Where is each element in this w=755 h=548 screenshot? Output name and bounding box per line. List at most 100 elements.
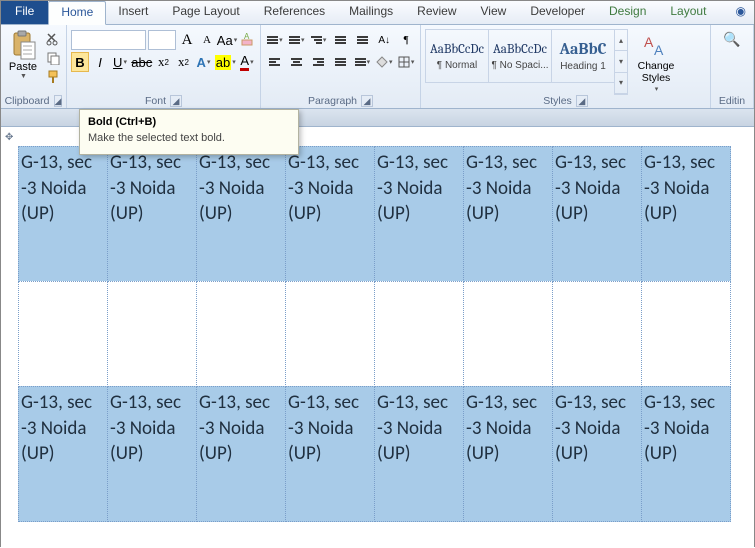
tab-layout[interactable]: Layout [658,1,718,24]
label-grid: G-13, sec -3 Noida (UP) G-13, sec -3 Noi… [19,147,754,522]
label-cell[interactable]: G-13, sec -3 Noida (UP) [107,386,197,522]
style-no-spacing[interactable]: AaBbCcDc¶ No Spaci... [488,29,552,83]
label-cell[interactable]: G-13, sec -3 Noida (UP) [641,386,731,522]
ribbon-tabbar: File Home Insert Page Layout References … [1,1,754,25]
borders-button[interactable]: ▾ [396,52,416,72]
help-icon[interactable]: ◉ [728,1,754,24]
line-spacing-button[interactable]: ▾ [352,52,372,72]
label-cell[interactable]: G-13, sec -3 Noida (UP) [641,146,731,282]
copy-button[interactable] [44,50,62,66]
styles-dialog-launcher[interactable]: ◢ [576,95,588,107]
find-button[interactable]: 🔍 [723,31,740,48]
document-area[interactable]: ✥ G-13, sec -3 Noida (UP) G-13, sec -3 N… [1,127,754,548]
tab-mailings[interactable]: Mailings [337,1,405,24]
label-cell[interactable] [18,281,108,387]
clipboard-dialog-launcher[interactable]: ◢ [54,95,63,107]
label-cell[interactable]: G-13, sec -3 Noida (UP) [552,146,642,282]
label-cell[interactable]: G-13, sec -3 Noida (UP) [196,386,286,522]
label-cell[interactable] [285,281,375,387]
align-left-button[interactable] [265,52,285,72]
align-right-button[interactable] [309,52,329,72]
decrease-indent-button[interactable] [331,30,351,50]
label-cell[interactable] [374,281,464,387]
label-cell[interactable]: G-13, sec -3 Noida (UP) [285,386,375,522]
tab-review[interactable]: Review [405,1,468,24]
text-effects-button[interactable]: A▾ [195,52,213,72]
label-cell[interactable]: G-13, sec -3 Noida (UP) [18,386,108,522]
styles-gallery[interactable]: AaBbCcDc¶ Normal AaBbCcDc¶ No Spaci... A… [425,29,628,95]
group-font: A A Aa▾ A B I U▾ abc x2 x2 A▾ ab▾ A▾ Fon… [67,25,261,108]
highlight-button[interactable]: ab▾ [215,52,237,72]
tab-developer[interactable]: Developer [518,1,597,24]
label-cell[interactable]: G-13, sec -3 Noida (UP) [552,386,642,522]
styles-gallery-scroll[interactable]: ▴▾▾ [614,29,628,95]
tab-design[interactable]: Design [597,1,658,24]
label-cell[interactable]: G-13, sec -3 Noida (UP) [18,146,108,282]
numbering-button[interactable]: ▾ [287,30,307,50]
tab-file[interactable]: File [1,1,48,24]
increase-indent-button[interactable] [352,30,372,50]
group-paragraph: ▾ ▾ ▾ A↓ ¶ ▾ ▾ ▾ Paragraph ◢ [261,25,421,108]
tab-references[interactable]: References [252,1,337,24]
font-size-combo[interactable] [148,30,176,50]
subscript-button[interactable]: x2 [155,52,173,72]
label-cell[interactable] [196,281,286,387]
show-marks-button[interactable]: ¶ [396,30,416,50]
clear-formatting-button[interactable]: A [238,30,256,50]
styles-group-label: Styles [543,95,572,107]
superscript-button[interactable]: x2 [175,52,193,72]
group-styles: AaBbCcDc¶ Normal AaBbCcDc¶ No Spaci... A… [421,25,711,108]
label-cell[interactable]: G-13, sec -3 Noida (UP) [463,386,553,522]
grow-font-button[interactable]: A [178,30,196,50]
paragraph-dialog-launcher[interactable]: ◢ [361,95,373,107]
label-cell[interactable] [552,281,642,387]
tab-home[interactable]: Home [48,1,106,25]
label-cell[interactable]: G-13, sec -3 Noida (UP) [196,146,286,282]
font-name-combo[interactable] [71,30,146,50]
bold-tooltip: Bold (Ctrl+B) Make the selected text bol… [79,109,299,155]
group-editing: 🔍 Editin [711,25,754,108]
label-cell[interactable]: G-13, sec -3 Noida (UP) [463,146,553,282]
svg-text:A: A [654,42,664,58]
style-heading1[interactable]: AaBbCHeading 1 [551,29,615,83]
shrink-font-button[interactable]: A [198,30,216,50]
shading-button[interactable]: ▾ [374,52,394,72]
svg-text:A: A [644,34,654,50]
svg-text:A: A [244,33,250,41]
sort-button[interactable]: A↓ [374,30,394,50]
bullets-button[interactable]: ▾ [265,30,285,50]
style-normal[interactable]: AaBbCcDc¶ Normal [425,29,489,83]
tooltip-body: Make the selected text bold. [88,132,290,144]
underline-button[interactable]: U▾ [111,52,129,72]
label-cell[interactable]: G-13, sec -3 Noida (UP) [374,146,464,282]
change-case-button[interactable]: Aa▾ [218,30,236,50]
clipboard-group-label: Clipboard [5,95,50,107]
label-cell[interactable]: G-13, sec -3 Noida (UP) [107,146,197,282]
paste-dropdown-icon: ▼ [20,73,27,80]
table-move-handle-icon[interactable]: ✥ [5,132,13,143]
format-painter-button[interactable] [44,69,62,85]
align-center-button[interactable] [287,52,307,72]
paragraph-group-label: Paragraph [308,95,357,107]
label-cell[interactable] [463,281,553,387]
paste-button[interactable]: Paste ▼ [5,27,41,95]
bold-button[interactable]: B [71,52,89,72]
cut-button[interactable] [44,31,62,47]
label-cell[interactable]: G-13, sec -3 Noida (UP) [374,386,464,522]
italic-button[interactable]: I [91,52,109,72]
label-cell[interactable] [107,281,197,387]
label-cell[interactable]: G-13, sec -3 Noida (UP) [285,146,375,282]
tab-page-layout[interactable]: Page Layout [160,1,251,24]
label-cell[interactable] [641,281,731,387]
font-color-button[interactable]: A▾ [238,52,256,72]
group-clipboard: Paste ▼ Clipboard ◢ [1,25,67,108]
strikethrough-button[interactable]: abc [131,52,153,72]
ribbon: Paste ▼ Clipboard ◢ A A Aa▾ A B I [1,25,754,109]
change-styles-button[interactable]: AA Change Styles▾ [631,29,681,95]
multilevel-button[interactable]: ▾ [309,30,329,50]
justify-button[interactable] [331,52,351,72]
paste-icon [7,29,39,61]
tab-insert[interactable]: Insert [106,1,160,24]
tab-view[interactable]: View [469,1,519,24]
font-dialog-launcher[interactable]: ◢ [170,95,182,107]
